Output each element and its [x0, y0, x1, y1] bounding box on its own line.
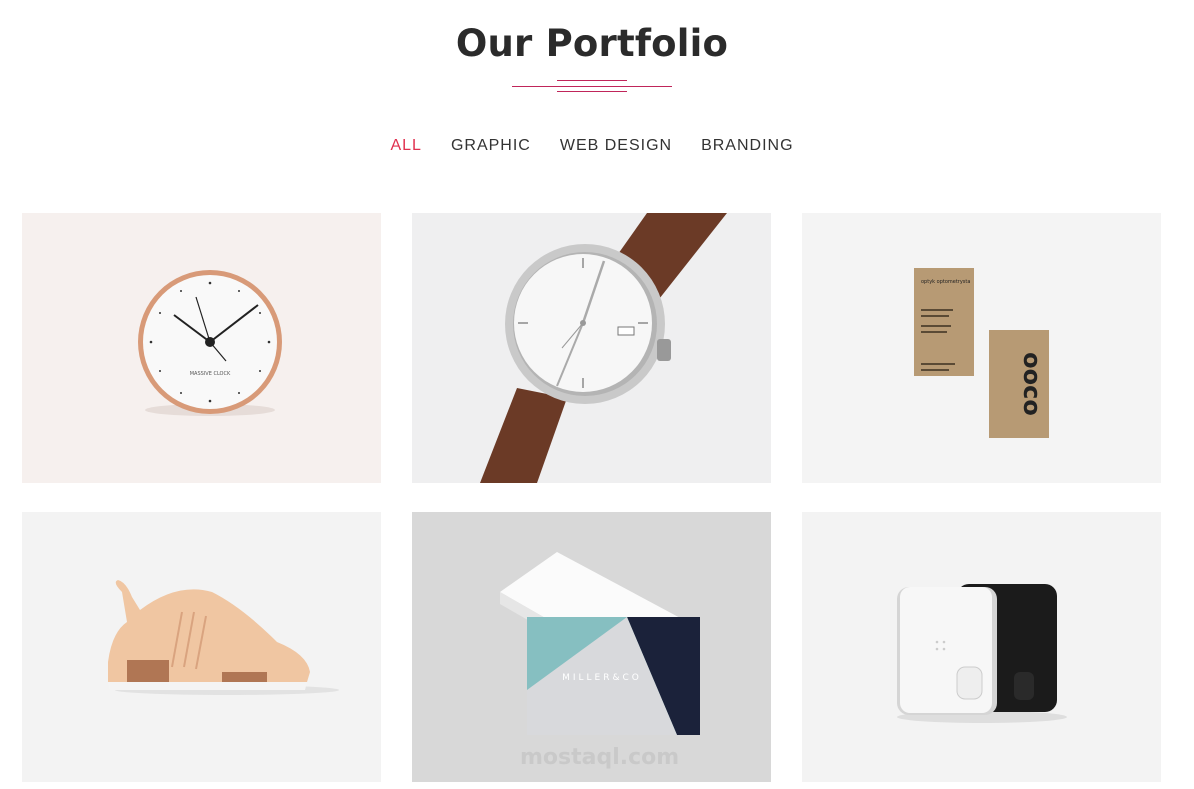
filter-graphic[interactable]: GRAPHIC	[451, 137, 531, 155]
watch-image	[480, 213, 727, 483]
filter-all[interactable]: ALL	[390, 137, 421, 155]
card-title: optyk optometrysta	[921, 279, 970, 285]
clock-image: MASSIVE CLOCK	[138, 270, 282, 416]
portfolio-item-clock[interactable]: MASSIVE CLOCK	[22, 213, 381, 483]
card-logo: ooco	[1018, 352, 1046, 416]
miller-co-image: MILLER&CO	[500, 552, 700, 735]
portfolio-filters: ALL GRAPHIC WEB DESIGN BRANDING	[0, 137, 1184, 155]
sneaker-image	[108, 580, 339, 695]
portfolio-item-device[interactable]	[802, 512, 1161, 782]
watermark: mostaql.com	[520, 745, 680, 770]
filter-branding[interactable]: BRANDING	[701, 137, 793, 155]
filter-web-design[interactable]: WEB DESIGN	[560, 137, 672, 155]
portfolio-item-miller-co[interactable]: MILLER&CO	[412, 512, 771, 782]
clock-label: MASSIVE CLOCK	[190, 371, 231, 377]
device-image	[897, 584, 1067, 723]
portfolio-item-watch[interactable]	[412, 213, 771, 483]
page-title: Our Portfolio	[455, 22, 729, 65]
portfolio-item-business-cards[interactable]: optyk optometrysta ooco	[802, 213, 1161, 483]
business-cards-image: optyk optometrysta ooco	[914, 268, 1049, 438]
portfolio-item-sneaker[interactable]	[22, 512, 381, 782]
miller-brand: MILLER&CO	[562, 673, 642, 683]
title-underline	[512, 79, 672, 93]
